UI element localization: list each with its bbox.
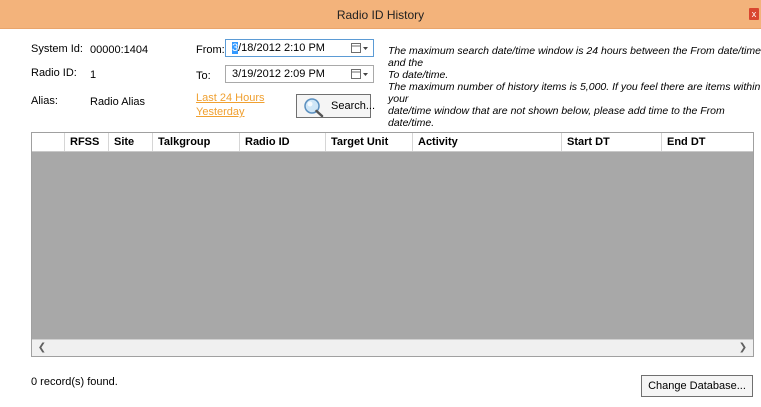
column-header-start-dt[interactable]: Start DT <box>562 133 662 151</box>
alias-value: Radio Alias <box>90 96 146 108</box>
info-line-4: date/time window that are not shown belo… <box>388 105 725 129</box>
grid-header: RFSS Site Talkgroup Radio ID Target Unit… <box>32 133 753 152</box>
close-button[interactable]: x <box>749 8 759 20</box>
to-datetime-picker[interactable]: 3/19/2012 2:09 PM <box>225 65 374 83</box>
from-datetime-text: 3/18/2012 2:10 PM <box>232 42 325 54</box>
radio-id-value: 1 <box>90 69 97 81</box>
to-label: To: <box>196 70 211 82</box>
record-count: 0 record(s) found. <box>31 376 118 388</box>
from-datetime-rest: /18/2012 2:10 PM <box>238 42 325 54</box>
from-label: From: <box>196 44 225 56</box>
info-line-1: The maximum search date/time window is 2… <box>388 45 761 69</box>
yesterday-link[interactable]: Yesterday <box>196 106 245 118</box>
scroll-left-icon[interactable]: ❮ <box>34 340 50 356</box>
history-grid[interactable]: RFSS Site Talkgroup Radio ID Target Unit… <box>31 132 754 357</box>
column-header-talkgroup[interactable]: Talkgroup <box>153 133 240 151</box>
window-title: Radio ID History <box>336 8 425 22</box>
info-item-limit: The maximum number of history items is 5… <box>388 81 761 129</box>
system-id-label: System Id: <box>31 43 83 55</box>
radio-id-label: Radio ID: <box>31 67 77 79</box>
column-header-end-dt[interactable]: End DT <box>662 133 753 151</box>
column-header-site[interactable]: Site <box>109 133 153 151</box>
info-line-3: The maximum number of history items is 5… <box>388 81 761 105</box>
change-database-button[interactable]: Change Database... <box>641 375 753 397</box>
row-header-cell[interactable] <box>32 133 65 151</box>
search-button[interactable]: Search... <box>296 94 375 118</box>
last-24-hours-link[interactable]: Last 24 Hours <box>196 92 264 104</box>
info-line-2: To date/time. <box>388 69 449 81</box>
info-window-limit: The maximum search date/time window is 2… <box>388 45 761 81</box>
alias-label: Alias: <box>31 95 58 107</box>
horizontal-scrollbar[interactable]: ❮ ❯ <box>32 339 753 356</box>
search-button-label: Search... <box>331 100 376 112</box>
column-header-rfss[interactable]: RFSS <box>65 133 109 151</box>
column-header-radio-id[interactable]: Radio ID <box>240 133 326 151</box>
calendar-dropdown-icon[interactable] <box>351 43 369 54</box>
magnifier-icon <box>304 98 324 117</box>
calendar-dropdown-icon[interactable] <box>351 69 369 80</box>
from-datetime-picker[interactable]: 3/18/2012 2:10 PM <box>225 39 374 57</box>
scroll-right-icon[interactable]: ❯ <box>735 340 751 356</box>
system-id-value: 00000:1404 <box>90 44 149 56</box>
to-datetime-text: 3/19/2012 2:09 PM <box>232 68 325 80</box>
title-bar: Radio ID History x <box>0 0 761 29</box>
column-header-activity[interactable]: Activity <box>413 133 562 151</box>
column-header-target-unit[interactable]: Target Unit <box>326 133 413 151</box>
